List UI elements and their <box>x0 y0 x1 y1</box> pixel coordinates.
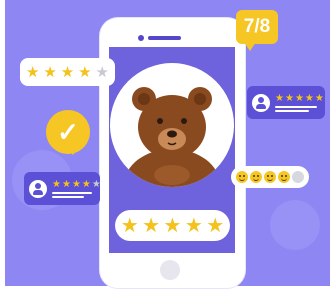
review-text-line <box>275 110 309 112</box>
star-icon: ★ <box>71 178 81 190</box>
bear-avatar <box>110 63 234 187</box>
star-icon: ★ <box>52 178 61 190</box>
score-badge: 7/8 <box>236 10 278 44</box>
review-text-line <box>52 196 84 198</box>
star-icon: ★ <box>60 63 75 81</box>
star-icon[interactable]: ★ <box>185 216 203 236</box>
star-icon: ★ <box>304 92 314 104</box>
smiley-icon <box>250 171 262 183</box>
star-icon[interactable]: ★ <box>164 216 182 236</box>
phone-speaker <box>148 36 181 40</box>
star-rating-bubble: ★ ★ ★ ★ ★ <box>20 58 115 86</box>
smiley-icon <box>264 171 276 183</box>
star-icon: ★ <box>25 63 40 81</box>
phone-camera <box>138 35 144 41</box>
review-text-line <box>275 106 317 108</box>
star-icon[interactable]: ★ <box>142 216 160 236</box>
review-text-line <box>52 192 92 194</box>
star-icon[interactable]: ★ <box>121 216 139 236</box>
smiley-icon <box>236 171 248 183</box>
star-icon: ★ <box>43 63 57 81</box>
illustration-canvas: ★ ★ ★ ★ ★ ✓ 7/8 ★ ★ ★ ★ ★ ★ ★ ★ ★ ★ ★ ★ … <box>0 0 334 289</box>
smiley-empty-icon <box>292 171 304 183</box>
star-icon: ★ <box>275 92 284 104</box>
check-icon: ✓ <box>57 117 79 147</box>
star-icon: ★ <box>78 63 92 81</box>
user-icon <box>252 93 270 112</box>
check-badge: ✓ <box>46 110 90 154</box>
star-icon: ★ <box>314 92 324 104</box>
review-bubble-right: ★ ★ ★ ★ ★ <box>247 86 325 119</box>
star-empty-icon: ★ <box>95 63 109 81</box>
star-icon[interactable]: ★ <box>206 216 224 236</box>
star-icon: ★ <box>294 92 304 104</box>
star-icon: ★ <box>61 178 71 190</box>
smiley-icon <box>278 171 290 183</box>
emoji-rating-bar <box>231 166 309 188</box>
star-empty-icon: ★ <box>91 178 101 190</box>
review-bubble-left: ★ ★ ★ ★ ★ <box>24 172 101 205</box>
score-label: 7/8 <box>243 16 271 37</box>
decor-blob <box>270 200 320 250</box>
user-icon <box>29 179 47 198</box>
phone-home-button <box>160 260 180 280</box>
star-icon: ★ <box>284 92 294 104</box>
five-star-rating-bar[interactable]: ★ ★ ★ ★ ★ <box>115 210 230 241</box>
star-icon: ★ <box>81 178 91 190</box>
bear-icon <box>124 87 220 187</box>
